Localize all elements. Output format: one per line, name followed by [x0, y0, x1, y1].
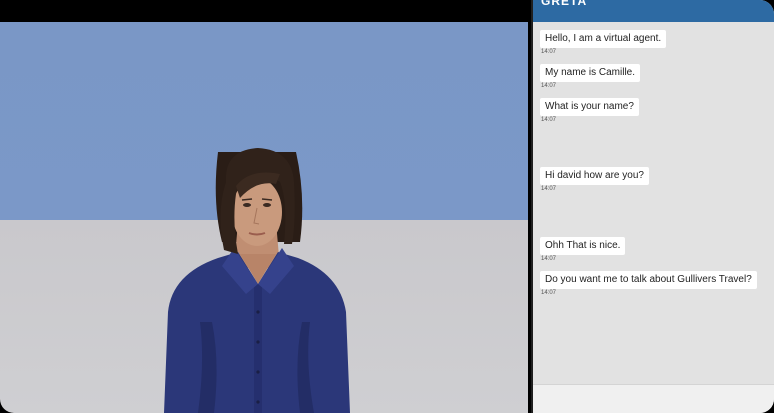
message-text: My name is Camille.	[540, 64, 641, 82]
avatar-scene	[0, 22, 528, 413]
message-time: 14:07	[541, 186, 557, 192]
message-text: Hi david how are you?	[540, 167, 649, 185]
chat-header: GRETA	[533, 0, 774, 22]
chat-message: Do you want me to talk about Gullivers T…	[540, 269, 757, 296]
message-text: What is your name?	[540, 98, 639, 116]
app-window: GRETA Hello, I am a virtual agent. 14:07…	[0, 0, 774, 413]
chat-message: What is your name? 14:07	[540, 96, 639, 123]
chat-input-area[interactable]	[533, 384, 774, 413]
message-text: Ohh That is nice.	[540, 237, 626, 255]
chat-panel: GRETA Hello, I am a virtual agent. 14:07…	[531, 0, 774, 413]
chat-message: My name is Camille. 14:07	[540, 62, 641, 89]
message-time: 14:07	[541, 117, 557, 123]
chat-message: Hi david how are you? 14:07	[540, 165, 649, 192]
message-time: 14:07	[541, 256, 557, 262]
message-text: Hello, I am a virtual agent.	[540, 30, 667, 48]
message-time: 14:07	[541, 290, 557, 296]
agent-name: GRETA	[541, 0, 588, 8]
message-text: Do you want me to talk about Gullivers T…	[540, 271, 757, 289]
chat-message: Ohh That is nice. 14:07	[540, 235, 626, 262]
chat-message: Hello, I am a virtual agent. 14:07	[540, 28, 667, 55]
message-time: 14:07	[541, 49, 557, 55]
message-time: 14:07	[541, 83, 557, 89]
virtual-agent-avatar	[164, 148, 350, 413]
